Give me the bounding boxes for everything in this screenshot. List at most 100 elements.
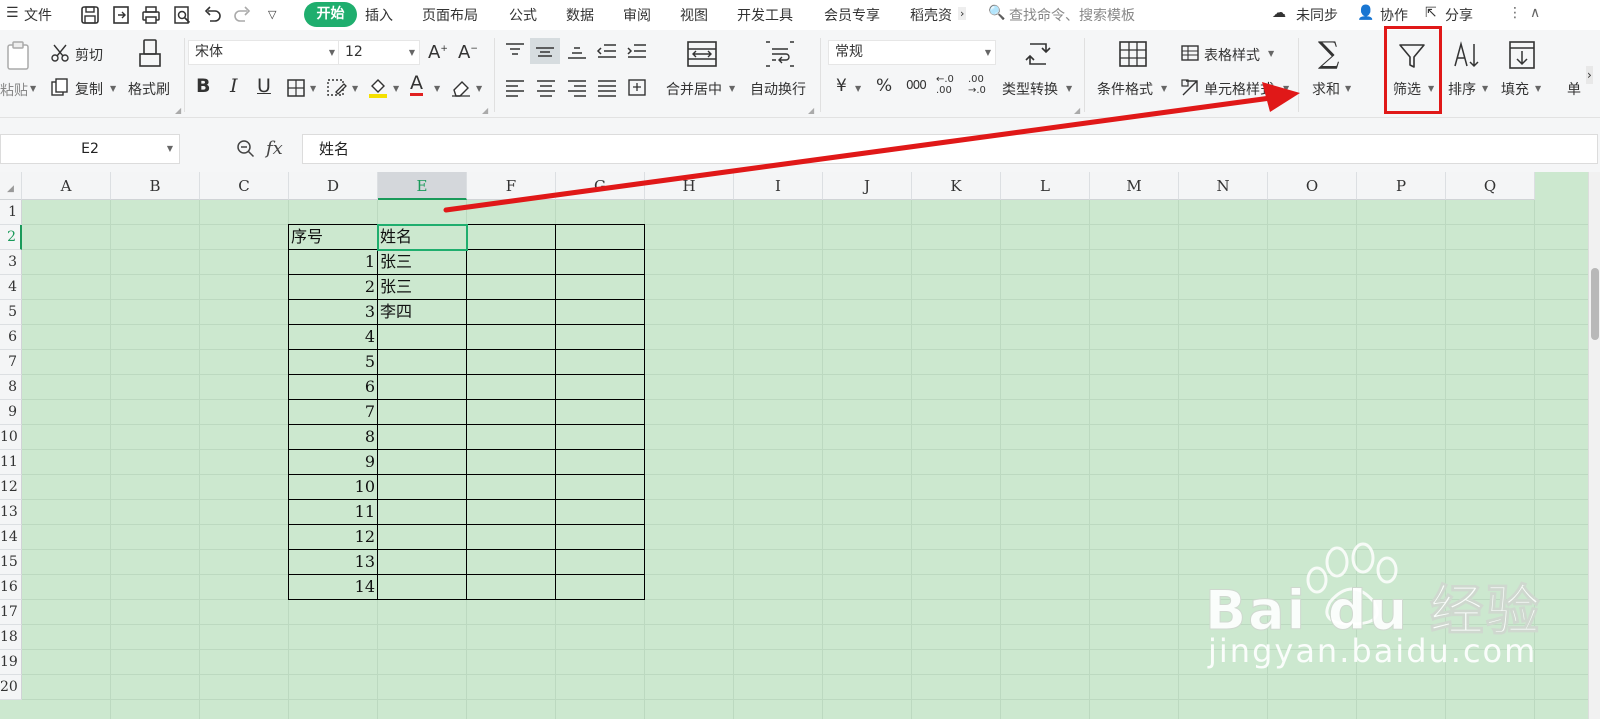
column-header-j[interactable]: J [823, 172, 912, 200]
cell-style-button[interactable]: 单元格样式 [1204, 79, 1274, 99]
align-right-icon[interactable] [566, 78, 588, 98]
column-header-m[interactable]: M [1090, 172, 1179, 200]
sync-status[interactable]: 未同步 [1296, 5, 1338, 25]
table-cell-e4[interactable]: 张三 [377, 274, 467, 300]
export-icon[interactable] [111, 5, 131, 25]
row-header-12[interactable]: 12 [0, 475, 22, 500]
row-header-9[interactable]: 9 [0, 400, 22, 425]
column-header-g[interactable]: G [556, 172, 645, 200]
column-header-l[interactable]: L [1001, 172, 1090, 200]
row-header-13[interactable]: 13 [0, 500, 22, 525]
table-cell-f16[interactable] [466, 574, 556, 600]
hamburger-menu-icon[interactable]: ☰ [6, 5, 19, 21]
row-header-18[interactable]: 18 [0, 625, 22, 650]
merge-center-button[interactable]: 合并居中 [666, 79, 722, 99]
table-cell-g15[interactable] [555, 549, 645, 575]
table-cell-f5[interactable] [466, 299, 556, 325]
wrap-text-button[interactable]: 自动换行 [750, 79, 806, 99]
table-cell-f12[interactable] [466, 474, 556, 500]
collapse-ribbon-icon[interactable]: ∧ [1530, 5, 1540, 21]
cell-style-dropdown-icon[interactable]: ▼ [1283, 84, 1289, 93]
table-cell-f6[interactable] [466, 324, 556, 350]
single-cell-button[interactable]: 单 [1567, 79, 1581, 99]
table-cell-e9[interactable] [377, 399, 467, 425]
align-bottom-icon[interactable] [566, 42, 588, 60]
redo-icon[interactable] [233, 5, 253, 25]
paste-icon[interactable] [4, 40, 34, 72]
table-cell-e11[interactable] [377, 449, 467, 475]
copy-dropdown-icon[interactable]: ▼ [110, 84, 116, 93]
align-left-icon[interactable] [504, 78, 526, 98]
tabs-more-icon[interactable]: › [958, 7, 967, 20]
copy-button[interactable]: 复制 [75, 79, 103, 99]
tab-formula[interactable]: 公式 [509, 5, 537, 25]
insert-function-button[interactable]: fx [266, 138, 283, 159]
collab-button[interactable]: 协作 [1380, 5, 1408, 25]
clipboard-launcher-icon[interactable]: ◢ [175, 106, 181, 115]
eraser-icon[interactable] [450, 78, 472, 98]
table-cell-f14[interactable] [466, 524, 556, 550]
table-cell-g3[interactable] [555, 249, 645, 275]
column-header-k[interactable]: K [912, 172, 1001, 200]
row-header-8[interactable]: 8 [0, 375, 22, 400]
column-header-e[interactable]: E [378, 172, 467, 200]
table-cell-e6[interactable] [377, 324, 467, 350]
column-header-a[interactable]: A [22, 172, 111, 200]
row-header-5[interactable]: 5 [0, 300, 22, 325]
name-box[interactable]: E2 ▼ [0, 134, 180, 164]
row-header-7[interactable]: 7 [0, 350, 22, 375]
table-cell-f8[interactable] [466, 374, 556, 400]
table-cell-d14[interactable]: 12 [288, 524, 378, 550]
align-top-icon[interactable] [504, 42, 526, 60]
row-header-15[interactable]: 15 [0, 550, 22, 575]
cut-button[interactable]: 剪切 [75, 45, 103, 65]
italic-button[interactable]: I [230, 75, 238, 97]
table-cell-d13[interactable]: 11 [288, 499, 378, 525]
fill-dropdown-icon[interactable]: ▼ [1535, 84, 1541, 93]
column-header-h[interactable]: H [645, 172, 734, 200]
tab-data[interactable]: 数据 [566, 5, 594, 25]
formula-input[interactable]: 姓名 [302, 134, 1598, 164]
table-cell-g16[interactable] [555, 574, 645, 600]
paste-button[interactable]: 粘贴 [0, 80, 28, 100]
shading-dropdown-icon[interactable]: ▼ [352, 84, 358, 93]
row-header-1[interactable]: 1 [0, 200, 22, 225]
column-header-p[interactable]: P [1357, 172, 1446, 200]
tab-view[interactable]: 视图 [680, 5, 708, 25]
table-cell-g12[interactable] [555, 474, 645, 500]
tab-insert[interactable]: 插入 [365, 5, 393, 25]
sort-dropdown-icon[interactable]: ▼ [1482, 84, 1488, 93]
column-header-d[interactable]: D [289, 172, 378, 200]
table-cell-g11[interactable] [555, 449, 645, 475]
font-size-select[interactable]: 12 ▼ [338, 40, 420, 65]
tab-docer[interactable]: 稻壳资 [910, 5, 952, 25]
share-button[interactable]: 分享 [1445, 5, 1473, 25]
table-cell-g5[interactable] [555, 299, 645, 325]
fill-color-icon[interactable] [367, 76, 389, 98]
table-cell-e10[interactable] [377, 424, 467, 450]
table-cell-g13[interactable] [555, 499, 645, 525]
row-header-17[interactable]: 17 [0, 600, 22, 625]
font-launcher-icon[interactable]: ◢ [482, 106, 488, 115]
table-cell-g2[interactable] [555, 224, 645, 250]
decrease-indent-icon[interactable] [596, 42, 618, 60]
fill-color-dropdown-icon[interactable]: ▼ [393, 84, 399, 93]
justify-icon[interactable] [596, 78, 618, 98]
more-options-icon[interactable]: ⋮ [1508, 5, 1522, 21]
table-cell-g7[interactable] [555, 349, 645, 375]
table-cell-d8[interactable]: 6 [288, 374, 378, 400]
table-cell-e8[interactable] [377, 374, 467, 400]
font-color-dropdown-icon[interactable]: ▼ [434, 84, 440, 93]
table-cell-f10[interactable] [466, 424, 556, 450]
row-header-14[interactable]: 14 [0, 525, 22, 550]
table-cell-f15[interactable] [466, 549, 556, 575]
table-cell-f13[interactable] [466, 499, 556, 525]
table-cell-e5[interactable]: 李四 [377, 299, 467, 325]
column-header-o[interactable]: O [1268, 172, 1357, 200]
column-header-c[interactable]: C [200, 172, 289, 200]
row-header-10[interactable]: 10 [0, 425, 22, 450]
tab-start[interactable]: 开始 [304, 2, 357, 27]
table-cell-d11[interactable]: 9 [288, 449, 378, 475]
column-header-i[interactable]: I [734, 172, 823, 200]
table-cell-d6[interactable]: 4 [288, 324, 378, 350]
